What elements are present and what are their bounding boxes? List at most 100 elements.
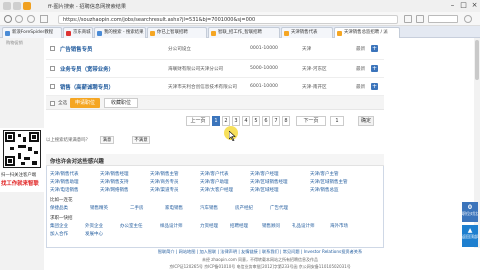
recommend-link[interactable]: 天津/区域销售经理 [250, 179, 288, 185]
menu-icon[interactable] [464, 15, 472, 23]
tag-link[interactable]: 招聘经理 [230, 223, 248, 229]
feedback-no-button[interactable]: 不满意 [132, 136, 150, 144]
tab-favicon-icon [211, 31, 216, 36]
recommend-link[interactable]: 天津/网络销售 [100, 187, 129, 193]
close-button[interactable]: × [470, 1, 479, 10]
page-2[interactable]: 2 [222, 116, 230, 126]
tab-zhilian-home[interactable]: 你已上智联招聘 [147, 27, 207, 38]
footer-links[interactable]: 智联简介 | 网站地图 | 加入智联 | 法律声明 | 友情链接 | 联系我们 … [60, 249, 460, 255]
job-title-link[interactable]: 广告销售专员 [60, 45, 92, 53]
forward-nav-icon[interactable] [15, 15, 23, 23]
recommend-link[interactable]: 天津/区域经理 [250, 187, 279, 193]
tag-link[interactable]: 办公室主任 [120, 223, 143, 229]
footer-copyright: 未经 zhaopin.com 同意，不得转载本网站之所有招聘信息及作品 [201, 257, 319, 262]
tag-link[interactable]: 保捷品类 [50, 205, 68, 211]
bookmark-icon[interactable] [404, 15, 412, 23]
tag-link[interactable]: 样品设计师 [160, 223, 183, 229]
tag-link[interactable]: 礼品设计师 [292, 223, 315, 229]
tab-zhilian-jobs[interactable]: 智联_招工作_智联招聘 [208, 27, 280, 38]
recommend-link[interactable]: 天津/客户助理 [200, 179, 229, 185]
goto-page-input[interactable]: 1 [330, 116, 344, 126]
recommend-link[interactable]: 天津/电话销售 [50, 187, 79, 193]
tab-sales-rep[interactable]: 天津销售代表 [281, 27, 333, 38]
recommend-link[interactable]: 天津/销售主管 [150, 171, 179, 177]
expand-plus-icon[interactable]: + [371, 65, 378, 72]
recommend-link[interactable]: 天津/商务专员 [150, 179, 179, 185]
company-link[interactable]: 海联财有限公司天津分公司 [168, 66, 223, 72]
job-title-link[interactable]: 销售（高薪诚聘专员） [60, 83, 114, 91]
post-date: 最新 [356, 47, 366, 52]
company-link[interactable]: 分公司设立 [168, 46, 191, 52]
arrow-up-icon: ▲ [467, 227, 473, 234]
recommend-link[interactable]: 天津/渠道专员 [150, 187, 179, 193]
next-page-button[interactable]: 下一页 [296, 116, 326, 126]
tag-link[interactable]: 销售精英 [90, 205, 108, 211]
forward-icon[interactable] [13, 2, 21, 10]
tag-link[interactable]: 加入合作 [50, 231, 68, 237]
page-7[interactable]: 7 [272, 116, 280, 126]
expand-plus-icon[interactable]: + [371, 83, 378, 90]
recommend-link[interactable]: 天津/销售总监 [310, 187, 339, 193]
prev-page-button[interactable]: 上一页 [186, 116, 210, 126]
home-icon[interactable] [40, 15, 48, 23]
tab-jd[interactable]: 京东商城 [63, 27, 93, 38]
page-5[interactable]: 5 [252, 116, 260, 126]
recommend-link[interactable]: 天津/销售代表 [50, 171, 79, 177]
page-4[interactable]: 4 [242, 116, 250, 126]
url-input[interactable]: https://souzhaopin.com/jobs/searchresult… [58, 14, 398, 24]
tag-link[interactable]: 发展中心 [85, 231, 103, 237]
tab-sales-director[interactable]: 天津销售总监招聘 / 派 [334, 27, 400, 38]
tag-link[interactable]: 家电销售 [165, 205, 183, 211]
favorite-button[interactable]: 收藏职位 [104, 98, 138, 108]
company-link[interactable]: 天津市天利合创信息技术有限公司 [168, 84, 237, 90]
extension-icon[interactable] [416, 15, 424, 23]
expand-plus-icon[interactable]: + [371, 45, 378, 52]
back-to-top-button[interactable]: ▲ 返回顶部 [462, 225, 478, 247]
job-checkbox[interactable] [50, 66, 55, 71]
recommend-link[interactable]: 天津/大客户经理 [200, 187, 233, 193]
recommend-link[interactable]: 天津/销售助理 [50, 179, 79, 185]
tag-link[interactable]: 集团企业 [50, 223, 68, 229]
back-icon[interactable] [3, 2, 11, 10]
recommend-link[interactable]: 天津/客户主管 [310, 171, 339, 177]
scrollbar-thumb[interactable] [475, 40, 479, 80]
tag-link[interactable]: 二手房 [130, 205, 144, 211]
recommend-link[interactable]: 天津/销售支持 [100, 179, 129, 185]
tag-link[interactable]: 销售顾问 [262, 223, 280, 229]
search-box[interactable] [428, 15, 458, 23]
tag-link[interactable]: 力资经理 [200, 223, 218, 229]
page-3[interactable]: 3 [232, 116, 240, 126]
tab-search-results[interactable]: 我的搜索 - 搜索结果 [94, 27, 146, 38]
location: 天津 [302, 47, 312, 52]
tab-forespider[interactable]: 新浪ForeSpider教程 [2, 27, 62, 38]
page-8[interactable]: 8 [282, 116, 290, 126]
section3-label: 求职一快招 [50, 216, 73, 221]
feedback-yes-button[interactable]: 满意 [100, 136, 114, 144]
maximize-button[interactable]: □ [459, 1, 468, 10]
back-to-top-label: 返回顶部 [462, 234, 478, 239]
recommend-link[interactable]: 天津/销售经理 [100, 171, 129, 177]
tag-link[interactable]: 外资企业 [85, 223, 103, 229]
section2-label: 比如一连花 [50, 198, 73, 203]
tag-link[interactable]: 广告代理 [270, 205, 288, 211]
page-1[interactable]: 1 [212, 116, 220, 126]
back-nav-icon[interactable] [4, 15, 12, 23]
recommend-link[interactable]: 天津/客户代表 [200, 171, 229, 177]
apply-button[interactable]: 申请职位 [70, 98, 100, 108]
tag-link[interactable]: 汽车销售 [200, 205, 218, 211]
recommend-link[interactable]: 天津/客户经理 [250, 171, 279, 177]
select-all-checkbox[interactable] [50, 101, 55, 106]
tag-link[interactable]: 海外市场 [330, 223, 348, 229]
goto-page-button[interactable]: 确定 [358, 116, 374, 126]
job-title-link[interactable]: 业务专员（宽带业务） [60, 65, 114, 73]
page-6[interactable]: 6 [262, 116, 270, 126]
tab-label: 天津销售代表 [291, 30, 318, 35]
refresh-icon[interactable] [27, 15, 35, 23]
tag-link[interactable]: 房产经纪 [235, 205, 253, 211]
minimize-button[interactable]: – [448, 1, 457, 10]
job-checkbox[interactable] [50, 84, 55, 89]
recommend-link[interactable]: 天津/区域销售主管 [310, 179, 348, 185]
compare-jobs-button[interactable]: 0 职位对比 [462, 202, 478, 222]
job-checkbox[interactable] [50, 46, 55, 51]
location: 天津-南开区 [302, 85, 327, 90]
